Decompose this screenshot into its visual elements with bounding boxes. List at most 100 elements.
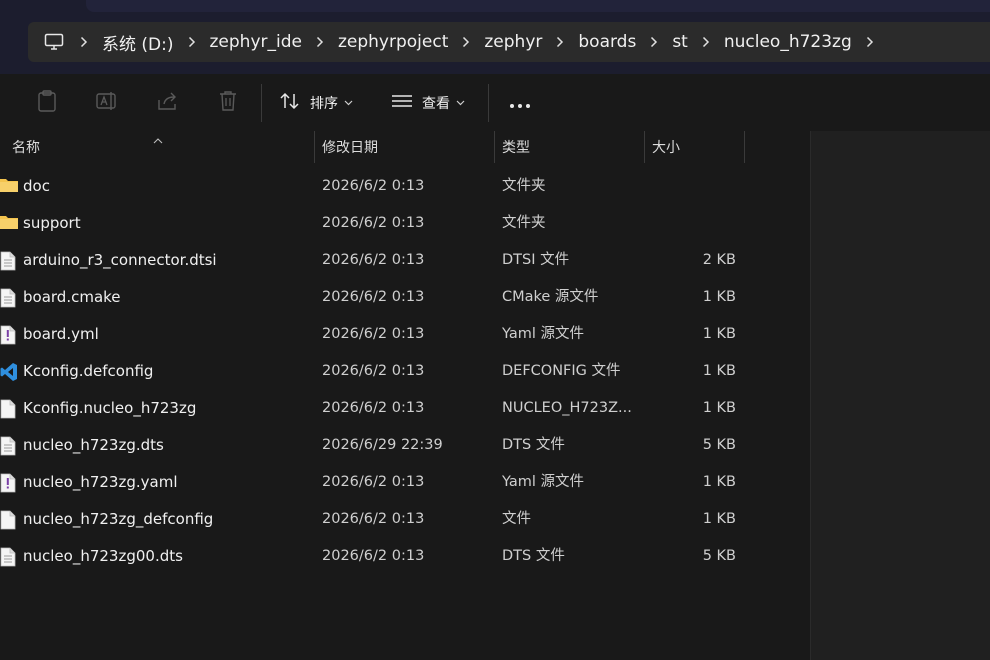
file-type: 文件夹 [502,215,546,231]
breadcrumb-label: boards [578,32,637,52]
file-size: 1 KB [702,474,736,490]
breadcrumb-item[interactable]: zephyr_ide [206,32,306,52]
clipboard-icon [36,89,58,117]
view-label: 查看 [422,96,450,112]
folder-icon [0,177,18,197]
file-modified-date: 2026/6/2 0:13 [322,400,425,416]
breadcrumb-label: st [672,32,688,52]
sort-icon [279,91,301,115]
file-size: 1 KB [702,326,736,342]
toolbar-divider [488,84,489,122]
column-divider[interactable] [644,131,645,163]
file-row[interactable]: support 2026/6/2 0:13 文件夹 [0,205,810,242]
file-modified-date: 2026/6/2 0:13 [322,548,425,564]
file-name: Kconfig.defconfig [23,362,154,380]
file-type: NUCLEO_H723Z... [502,400,632,416]
column-name[interactable]: 名称 [12,131,40,163]
file-modified-date: 2026/6/2 0:13 [322,178,425,194]
column-divider[interactable] [314,131,315,163]
breadcrumb-item[interactable]: nucleo_h723zg [720,32,856,52]
breadcrumb-item[interactable]: 系统 (D:) [98,30,178,55]
file-row[interactable]: board.cmake 2026/6/2 0:13 CMake 源文件 1 KB [0,279,810,316]
file-modified-date: 2026/6/2 0:13 [322,511,425,527]
file-type: Yaml 源文件 [502,474,585,490]
chevron-right-icon[interactable] [692,36,720,48]
share-button[interactable] [155,90,181,116]
column-header-row: 名称 修改日期 类型 大小 [0,131,810,163]
rename-button[interactable] [94,90,120,116]
file-modified-date: 2026/6/29 22:39 [322,437,443,453]
column-divider[interactable] [744,131,745,163]
yaml-file-icon [0,473,18,493]
file-rows: doc 2026/6/2 0:13 文件夹 support 2026/6/2 0:13 文… [0,168,810,575]
chevron-down-icon [456,100,465,106]
breadcrumb-label: nucleo_h723zg [723,32,852,52]
trash-icon [217,89,239,117]
file-name: nucleo_h723zg.yaml [23,473,178,491]
chevron-right-icon[interactable] [546,36,574,48]
this-pc-icon[interactable] [44,33,64,51]
file-name: arduino_r3_connector.dtsi [23,251,217,269]
folder-icon [0,214,18,234]
file-name: board.cmake [23,288,121,306]
file-name: nucleo_h723zg_defconfig [23,510,214,528]
file-modified-date: 2026/6/2 0:13 [322,289,425,305]
chevron-right-icon[interactable] [306,36,334,48]
more-options-button[interactable] [507,90,533,116]
file-type: DTSI 文件 [502,252,570,268]
text-file-icon [0,436,18,456]
file-row[interactable]: arduino_r3_connector.dtsi 2026/6/2 0:13 DT… [0,242,810,279]
breadcrumb-label: zephyr [484,32,543,52]
file-row[interactable]: nucleo_h723zg00.dts 2026/6/2 0:13 DTS 文件 5 … [0,538,810,575]
file-type: CMake 源文件 [502,289,599,305]
file-size: 5 KB [702,548,736,564]
tab-strip [86,0,990,12]
file-modified-date: 2026/6/2 0:13 [322,252,425,268]
sort-button[interactable]: 排序 [279,87,353,119]
chevron-right-icon[interactable] [70,36,98,48]
chevron-right-icon[interactable] [856,36,884,48]
delete-button[interactable] [215,90,241,116]
file-row[interactable]: nucleo_h723zg.yaml 2026/6/2 0:13 Yaml 源文件 1… [0,464,810,501]
file-type: Yaml 源文件 [502,326,585,342]
file-modified-date: 2026/6/2 0:13 [322,363,425,379]
chevron-right-icon[interactable] [452,36,480,48]
column-divider[interactable] [494,131,495,163]
text-file-icon [0,251,18,271]
view-button[interactable]: 查看 [391,87,465,119]
breadcrumb-label: zephyr_ide [209,32,302,52]
file-row[interactable]: board.yml 2026/6/2 0:13 Yaml 源文件 1 KB [0,316,810,353]
copy-button[interactable] [34,90,60,116]
blank-file-icon [0,399,18,419]
breadcrumb-item[interactable]: zephyrpoject [334,32,452,52]
chevron-right-icon[interactable] [178,36,206,48]
file-row[interactable]: Kconfig.defconfig 2026/6/2 0:13 DEFCONFIG … [0,353,810,390]
file-row[interactable]: nucleo_h723zg.dts 2026/6/29 22:39 DTS 文件 5 … [0,427,810,464]
file-row[interactable]: nucleo_h723zg_defconfig 2026/6/2 0:13 文件 1 … [0,501,810,538]
chevron-down-icon [344,100,353,106]
breadcrumb-item[interactable]: st [668,32,692,52]
more-icon [508,94,532,113]
file-list: 名称 修改日期 类型 大小 doc 2026/6/2 0:13 文件夹 support… [0,131,810,660]
text-file-icon [0,288,18,308]
file-type: DTS 文件 [502,548,565,564]
view-list-icon [391,93,413,113]
blank-file-icon [0,510,18,530]
details-pane [810,131,990,660]
file-row[interactable]: Kconfig.nucleo_h723zg 2026/6/2 0:13 NUCLEO… [0,390,810,427]
text-file-icon [0,547,18,567]
breadcrumb-label: 系统 (D:) [102,34,174,55]
file-row[interactable]: doc 2026/6/2 0:13 文件夹 [0,168,810,205]
column-type[interactable]: 类型 [502,131,530,163]
address-bar[interactable]: 系统 (D:) zephyr_ide zephyrpoject zephyr board… [28,22,990,62]
file-name: nucleo_h723zg00.dts [23,547,183,565]
column-date[interactable]: 修改日期 [322,131,378,163]
file-name: board.yml [23,325,99,343]
breadcrumb-item[interactable]: boards [574,32,640,52]
breadcrumb-item[interactable]: zephyr [480,32,546,52]
chevron-right-icon[interactable] [640,36,668,48]
vscode-file-icon [0,362,18,382]
file-modified-date: 2026/6/2 0:13 [322,474,425,490]
toolbar-divider [261,84,262,122]
column-size[interactable]: 大小 [652,131,680,163]
